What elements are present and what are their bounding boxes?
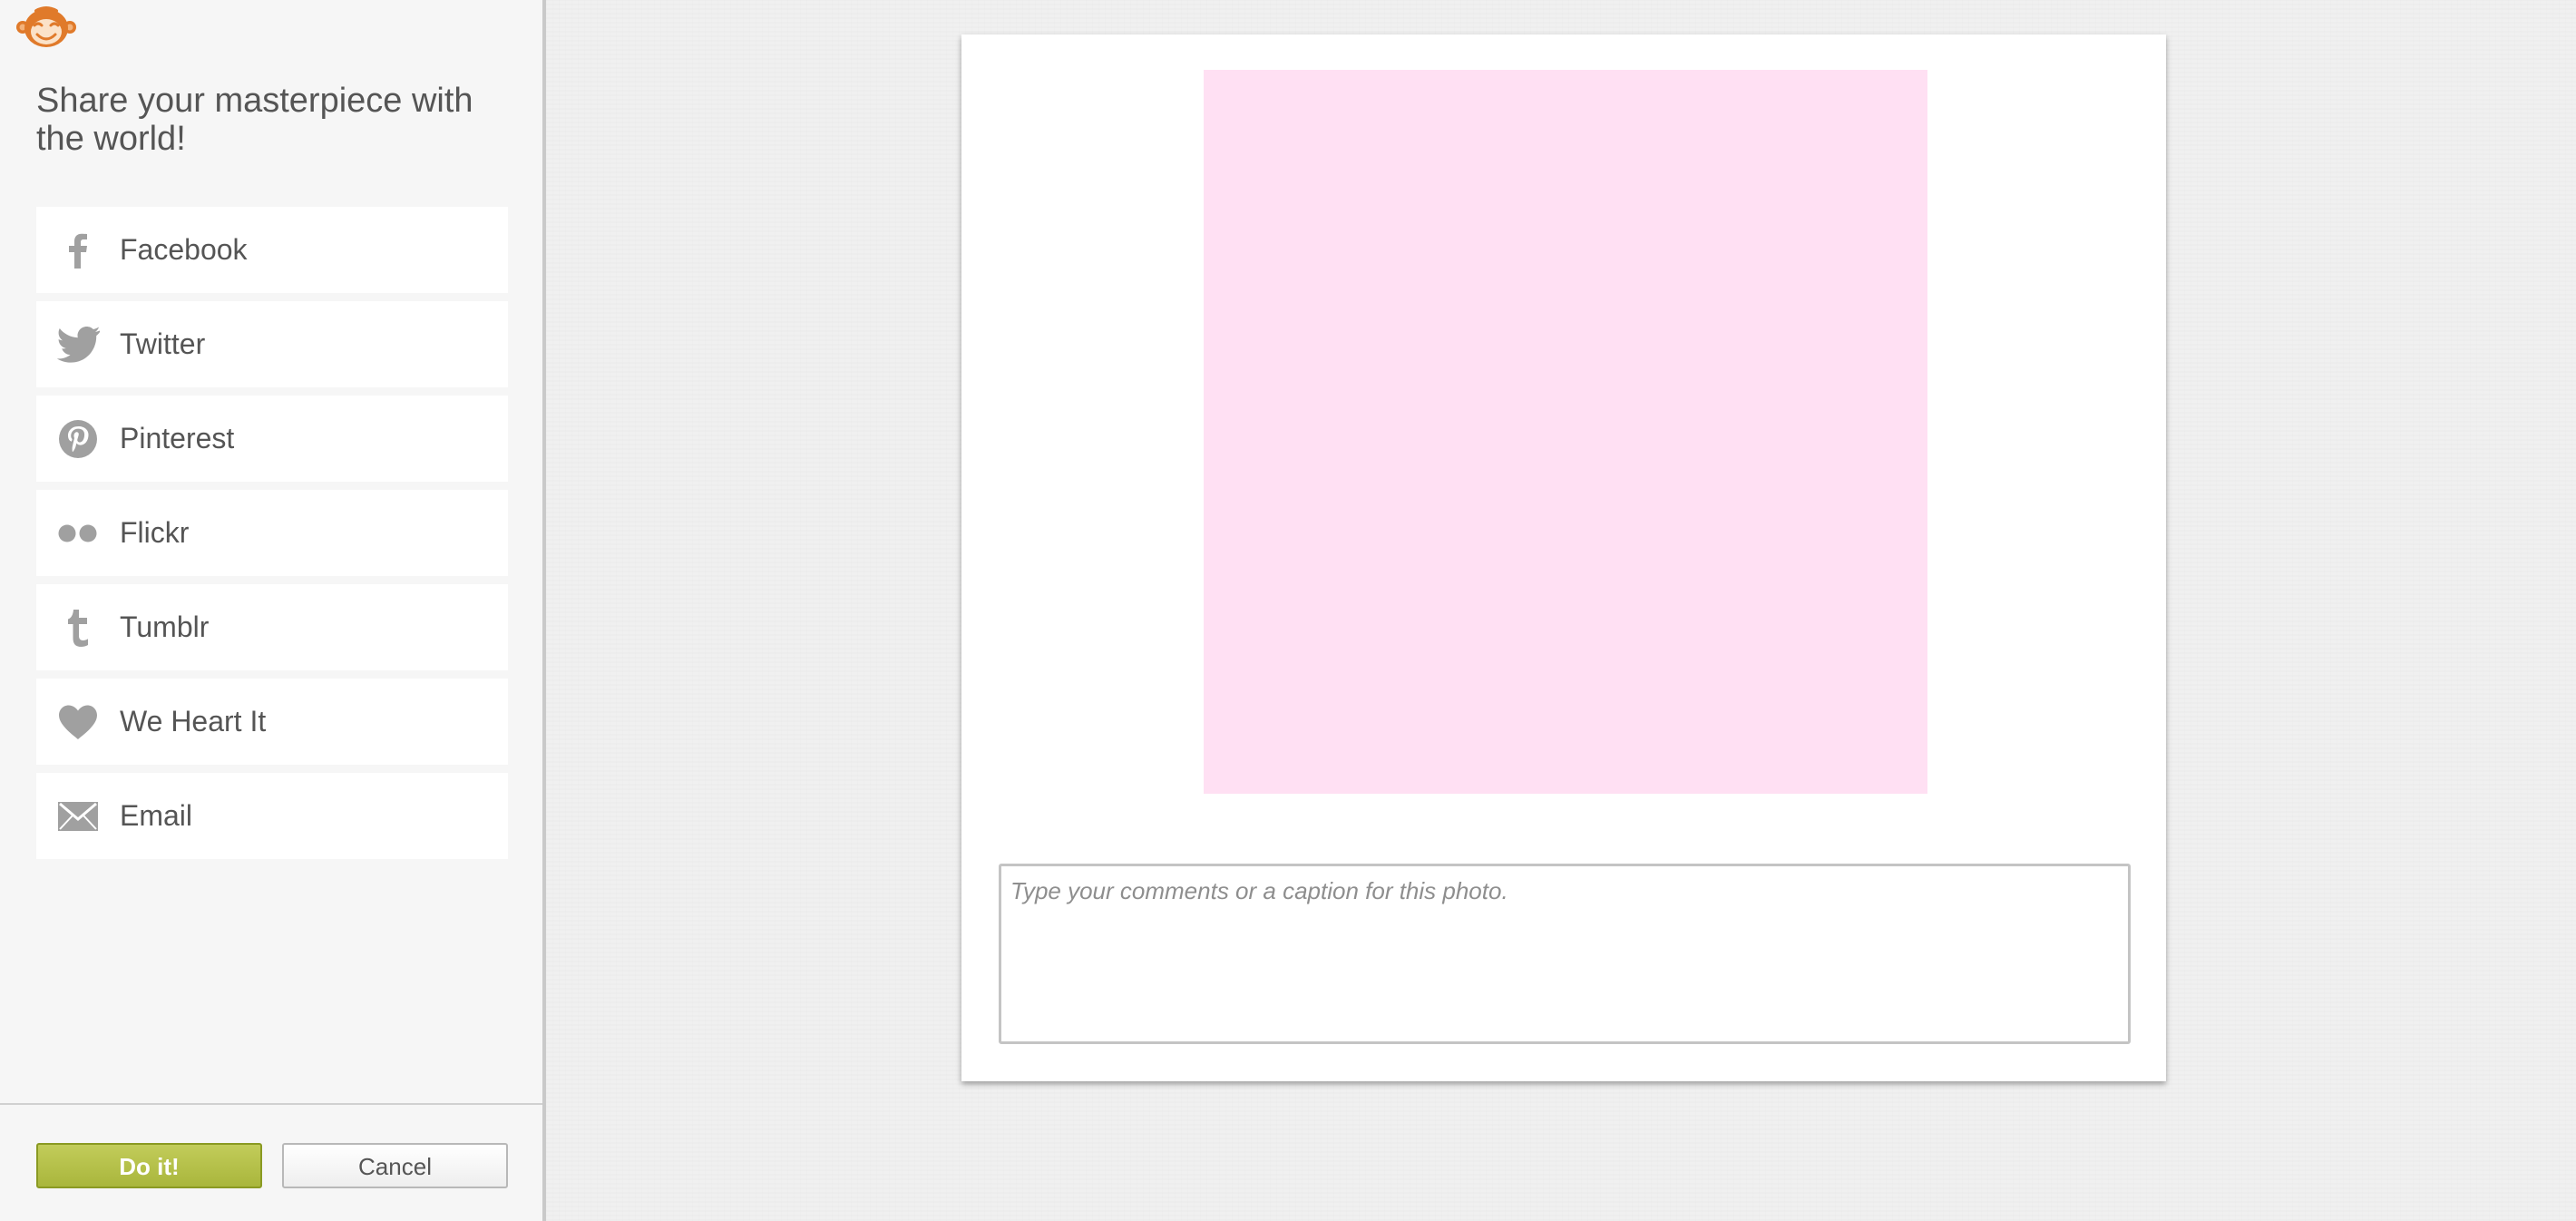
share-email[interactable]: Email — [36, 773, 508, 859]
share-tumblr[interactable]: Tumblr — [36, 584, 508, 670]
share-title: Share your masterpiece with the world! — [36, 82, 473, 158]
share-facebook[interactable]: Facebook — [36, 207, 508, 293]
share-sidebar: Share your masterpiece with the world! F… — [0, 0, 546, 1221]
flickr-icon — [36, 490, 120, 576]
photo-preview — [1204, 70, 1927, 794]
caption-input[interactable] — [999, 864, 2131, 1044]
footer-divider — [0, 1103, 542, 1105]
share-item-label: Pinterest — [120, 422, 235, 454]
share-item-label: Tumblr — [120, 610, 210, 643]
share-item-label: Twitter — [120, 327, 206, 360]
heart-icon — [36, 679, 120, 765]
share-twitter[interactable]: Twitter — [36, 301, 508, 387]
share-item-label: Flickr — [120, 516, 190, 549]
tumblr-icon — [36, 584, 120, 670]
share-list: Facebook Twitter Pinterest Flickr Tumblr… — [36, 207, 508, 867]
share-flickr[interactable]: Flickr — [36, 490, 508, 576]
share-we-heart-it[interactable]: We Heart It — [36, 679, 508, 765]
share-item-label: Facebook — [120, 233, 248, 266]
share-item-label: We Heart It — [120, 705, 267, 737]
cancel-button[interactable]: Cancel — [282, 1143, 508, 1188]
photo-preview-card — [961, 34, 2166, 1081]
twitter-icon — [36, 301, 120, 387]
envelope-icon — [36, 773, 120, 859]
pinterest-icon — [36, 396, 120, 482]
share-item-label: Email — [120, 799, 193, 832]
share-pinterest[interactable]: Pinterest — [36, 396, 508, 482]
monkey-logo-icon[interactable] — [15, 5, 78, 49]
do-it-button[interactable]: Do it! — [36, 1143, 262, 1188]
facebook-icon — [36, 207, 120, 293]
